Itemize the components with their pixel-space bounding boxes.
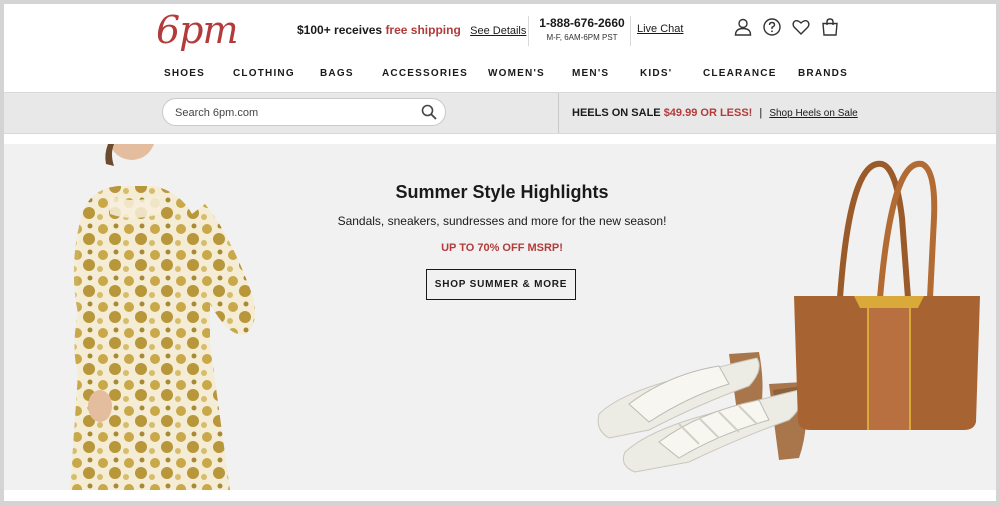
hero-offer: UP TO 70% OFF MSRP! [441,242,563,254]
hero-banner[interactable]: Summer Style Highlights Sandals, sneaker… [4,144,996,490]
phone-block: 1-888-676-2660 M-F, 6AM-6PM PST [537,16,627,42]
nav-bags[interactable]: BAGS [320,68,354,79]
divider [630,16,631,46]
nav-mens[interactable]: MEN'S [572,68,609,79]
nav-shoes[interactable]: SHOES [164,68,205,79]
help-icon[interactable] [763,18,781,36]
shop-heels-link[interactable]: Shop Heels on Sale [769,108,857,119]
header-icons [734,18,839,36]
divider [528,16,529,46]
sale-prefix: HEELS ON SALE [572,107,661,119]
hero-title: Summer Style Highlights [395,182,609,202]
page-frame: 6pm $100+ receives free shipping See Det… [4,4,996,501]
phone-hours: M-F, 6AM-6PM PST [546,33,618,42]
shop-summer-button[interactable]: SHOP SUMMER & MORE [426,269,576,300]
see-details-link[interactable]: See Details [470,25,526,37]
logo[interactable]: 6pm [156,8,239,52]
heels-sale-banner: HEELS ON SALE $49.99 OR LESS! | Shop Hee… [572,107,858,119]
cart-icon[interactable] [821,18,839,36]
phone-number[interactable]: 1-888-676-2660 [537,16,627,30]
sale-price: $49.99 OR LESS! [663,107,753,119]
search-icon[interactable] [421,104,437,120]
promo-highlight: free shipping [385,23,461,37]
nav-clearance[interactable]: CLEARANCE [703,68,777,79]
search-input[interactable] [173,103,417,123]
hero-content: Summer Style Highlights Sandals, sneaker… [274,144,730,324]
search-band: HEELS ON SALE $49.99 OR LESS! | Shop Hee… [4,92,996,134]
nav-womens[interactable]: WOMEN'S [488,68,545,79]
tote-bag-image [784,158,984,438]
nav-kids[interactable]: KIDS' [640,68,672,79]
bottom-strip [4,490,996,501]
nav-brands[interactable]: BRANDS [798,68,848,79]
hero-subtitle: Sandals, sneakers, sundresses and more f… [337,214,667,228]
nav-accessories[interactable]: ACCESSORIES [382,68,468,79]
sale-separator: | [759,107,763,119]
promo-prefix: $100+ receives [297,23,383,37]
user-icon[interactable] [734,18,752,36]
main-nav: SHOES CLOTHING BAGS ACCESSORIES WOMEN'S … [4,65,996,83]
search-box [162,98,446,126]
heart-icon[interactable] [792,18,810,36]
nav-clothing[interactable]: CLOTHING [233,68,295,79]
top-header: 6pm $100+ receives free shipping See Det… [4,4,996,60]
divider [558,93,559,133]
model-image [70,144,275,490]
shipping-promo: $100+ receives free shipping See Details [297,23,526,37]
live-chat-link[interactable]: Live Chat [637,23,683,35]
